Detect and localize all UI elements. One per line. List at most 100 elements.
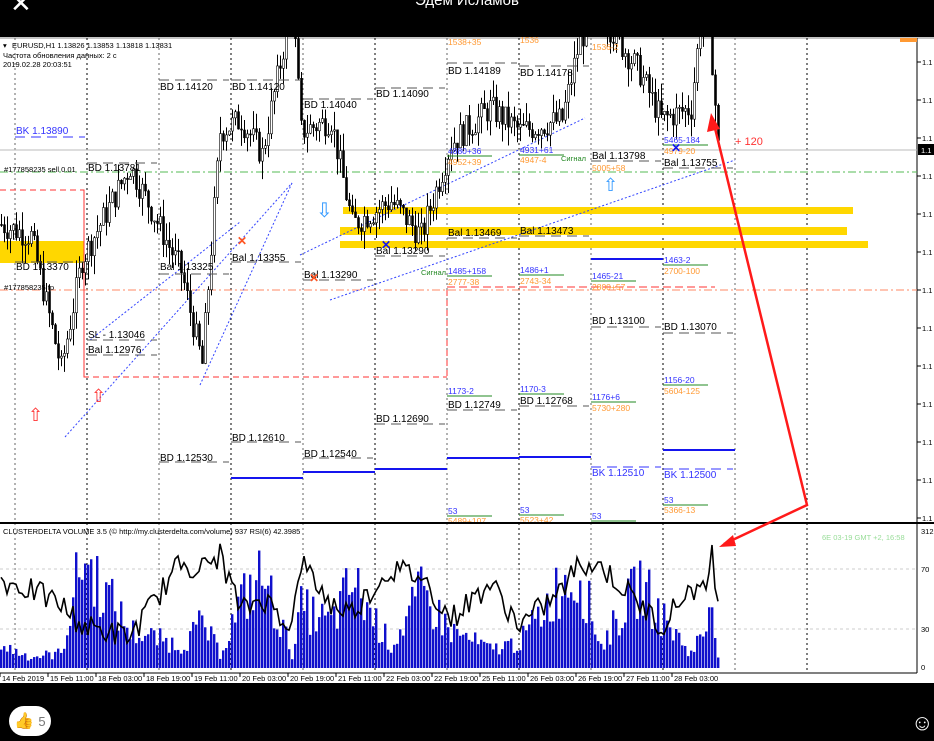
price-tick-label: 1.1: [922, 210, 932, 219]
volume-bar: [384, 623, 387, 668]
buy-volume-stat: 1485+158: [448, 266, 486, 276]
candle-body: [366, 216, 369, 228]
indicator-axis-max: 312: [921, 527, 934, 536]
cross-marker-icon: ✕: [381, 238, 391, 252]
candle-body: [558, 108, 561, 122]
candle-body: [678, 106, 681, 109]
volume-bar: [168, 652, 171, 668]
buy-volume-stat: 53: [448, 506, 458, 516]
cross-marker-icon: ✕: [237, 234, 247, 248]
candle-body: [552, 112, 555, 123]
volume-bar: [9, 644, 12, 668]
candle-body: [477, 116, 480, 134]
sell-volume-stat: 5730+280: [592, 403, 630, 413]
volume-bar: [432, 629, 435, 668]
buy-volume-stat: 53: [592, 511, 602, 521]
price-tick-label: 1.1: [922, 96, 932, 105]
volume-bar: [543, 620, 546, 668]
candle-body: [93, 237, 96, 257]
volume-bar: [255, 580, 258, 668]
current-price-text: 1.1: [921, 146, 931, 155]
candle-body: [165, 239, 168, 245]
candle-body: [279, 65, 282, 69]
candle-body: [321, 118, 324, 123]
volume-bar: [372, 626, 375, 668]
volume-bar: [468, 639, 471, 668]
candle-body: [273, 91, 276, 102]
volume-bar: [300, 586, 303, 668]
volume-bar: [513, 652, 516, 668]
volume-bar: [147, 634, 150, 668]
volume-bar: [549, 621, 552, 668]
candle-body: [528, 121, 531, 130]
volume-bar: [183, 649, 186, 668]
volume-bar: [243, 573, 246, 668]
time-tick-label: 20 Feb 19:00: [290, 674, 334, 683]
candle-body: [549, 122, 552, 136]
price-tick-label: 1.1: [922, 514, 932, 523]
price-tick-label: 1.1: [922, 438, 932, 447]
candle-body: [663, 111, 666, 115]
volume-bar: [177, 649, 180, 668]
volume-bar: [630, 568, 633, 668]
volume-bar: [231, 614, 234, 668]
volume-bar: [603, 649, 606, 668]
sell-volume-stat: 5005+58: [592, 163, 626, 173]
volume-bar: [708, 607, 711, 668]
volume-bar: [93, 606, 96, 668]
volume-bar: [33, 657, 36, 668]
volume-bar: [57, 648, 60, 668]
volume-bar: [417, 571, 420, 668]
candle-body: [159, 216, 162, 224]
volume-bar: [138, 637, 141, 668]
volume-bar: [648, 569, 651, 668]
candle-body: [66, 338, 69, 354]
level-label: Bal 1.13325: [160, 262, 214, 273]
volume-bar: [528, 624, 531, 668]
volume-bar: [495, 643, 498, 668]
level-label: SL - 1.13046: [88, 330, 145, 341]
volume-bar: [480, 639, 483, 668]
volume-bar: [21, 655, 24, 668]
volume-bar: [201, 615, 204, 668]
symbol-dropdown-icon[interactable]: ▾: [3, 41, 7, 50]
price-chart[interactable]: 1.11.11.11.11.11.11.11.11.11.11.11.11.1 …: [0, 37, 934, 683]
candle-body: [585, 37, 588, 47]
volume-bar: [651, 628, 654, 668]
like-button[interactable]: 👍 5: [9, 706, 51, 736]
candle-body: [336, 129, 339, 160]
volume-bar: [63, 648, 66, 668]
candle-body: [30, 231, 33, 244]
level-label: Bal 1.13473: [520, 226, 574, 237]
volume-bar: [66, 635, 69, 668]
viewer-bottom-bar: [0, 683, 934, 741]
candle-body: [369, 223, 372, 228]
volume-bar: [486, 643, 489, 668]
volume-bar: [594, 634, 597, 668]
candle-body: [330, 130, 333, 135]
server-time: 2019.02.28 20:03:51: [3, 60, 72, 69]
candle-body: [192, 312, 195, 338]
time-tick-label: 26 Feb 19:00: [578, 674, 622, 683]
candle-body: [402, 204, 405, 209]
candle-body: [687, 108, 690, 116]
volume-bar: [258, 550, 261, 668]
volume-bar: [69, 625, 72, 668]
level-label: BK 1.12510: [592, 468, 645, 479]
candle-body: [468, 115, 471, 135]
volume-bar: [660, 636, 663, 668]
time-tick-label: 15 Feb 11:00: [50, 674, 94, 683]
volume-bar: [48, 652, 51, 668]
volume-bar: [135, 643, 138, 668]
candle-body: [237, 111, 240, 130]
volume-bar: [159, 628, 162, 668]
volume-bar: [309, 634, 312, 668]
volume-bar: [144, 635, 147, 668]
volume-bar: [408, 605, 411, 668]
price-tick-label: 1.1: [922, 286, 932, 295]
sell-volume-stat: 1536: [520, 37, 539, 45]
volume-bar: [42, 655, 45, 668]
candle-body: [54, 324, 57, 345]
smiley-icon[interactable]: ☺: [911, 710, 933, 736]
volume-bar: [261, 585, 264, 668]
